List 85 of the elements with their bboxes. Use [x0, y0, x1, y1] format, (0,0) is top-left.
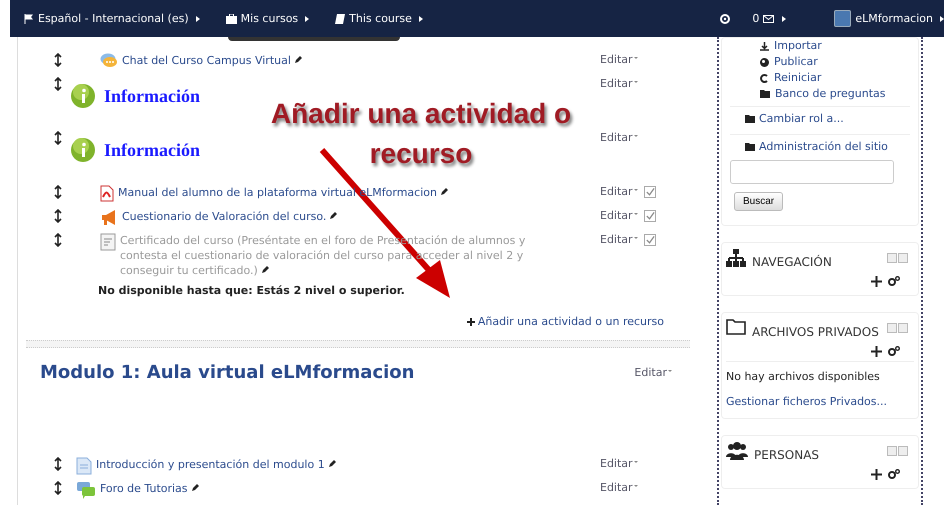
move-icon[interactable] — [871, 346, 882, 357]
move-icon[interactable] — [871, 276, 882, 287]
label-heading: Información — [104, 140, 200, 160]
pencil-icon[interactable] — [190, 483, 200, 492]
edit-menu-link[interactable]: Editar — [600, 185, 638, 198]
chat-bubble-icon — [100, 53, 118, 69]
block-title: PERSONAS — [754, 447, 820, 464]
info-icon — [70, 137, 96, 163]
pencil-icon[interactable] — [294, 55, 303, 64]
reset-icon — [760, 74, 769, 82]
user-menu[interactable]: eLMformacion — [834, 10, 944, 27]
move-icon[interactable] — [54, 233, 62, 247]
admin-section-link[interactable]: Cambiar rol a... — [730, 106, 910, 130]
empty-message: No hay archivos disponibles — [726, 361, 914, 389]
forum-icon — [76, 481, 96, 499]
alert-icon[interactable] — [720, 14, 730, 24]
edit-menu-link[interactable]: Editar — [600, 457, 638, 470]
edit-menu-link[interactable]: Editar — [600, 53, 638, 66]
globe-icon — [760, 58, 769, 66]
admin-menu-link[interactable]: Reiniciar — [730, 70, 910, 86]
section-title: Modulo 1: Aula virtual eLMformacion — [40, 362, 414, 383]
restriction-note: No disponible hasta que: Estás 2 nivel o superior. — [98, 284, 406, 297]
edit-menu-link[interactable]: Editar — [600, 481, 638, 494]
move-icon[interactable] — [871, 469, 882, 480]
move-icon[interactable] — [54, 185, 62, 199]
settings-icon[interactable] — [888, 276, 900, 286]
avatar-icon — [834, 10, 852, 27]
activity-link[interactable]: Chat del Curso Campus Virtual — [122, 53, 303, 68]
completion-checkbox[interactable] — [644, 210, 656, 222]
envelope-icon — [763, 14, 774, 22]
add-activity-link[interactable]: Añadir una actividad o un recurso — [466, 315, 664, 328]
messages-menu[interactable]: 0 — [752, 12, 774, 25]
edit-menu-link[interactable]: Editar — [600, 209, 638, 222]
info-icon — [70, 83, 96, 109]
pencil-icon[interactable] — [260, 265, 270, 274]
settings-icon[interactable] — [888, 469, 900, 479]
settings-icon[interactable] — [888, 346, 900, 356]
download-icon — [760, 42, 769, 50]
briefcase-icon — [226, 14, 237, 24]
pencil-icon[interactable] — [440, 187, 449, 196]
megaphone-icon — [100, 209, 118, 226]
nav-menu-link[interactable]: Mis cursos — [226, 12, 310, 25]
pdf-file-icon — [100, 185, 114, 202]
move-icon[interactable] — [54, 481, 62, 495]
folder-icon — [760, 90, 770, 98]
plus-icon — [466, 318, 475, 326]
activity-link[interactable]: Introducción y presentación del modulo 1 — [96, 457, 337, 472]
move-icon[interactable] — [54, 209, 62, 223]
people-icon — [726, 442, 748, 460]
edit-menu-link[interactable]: Editar — [634, 366, 672, 379]
pencil-icon[interactable] — [329, 211, 338, 220]
folder-icon — [726, 319, 746, 335]
annotation-text: Añadir una actividad o recurso — [270, 97, 572, 171]
caret-icon[interactable] — [782, 16, 786, 22]
search-field[interactable] — [730, 160, 894, 184]
edit-menu-link[interactable]: Editar — [600, 131, 638, 144]
folder-icon — [745, 142, 755, 150]
document-icon — [100, 233, 116, 251]
edit-menu-link[interactable]: Editar — [600, 233, 638, 246]
page-icon — [76, 457, 92, 475]
book-icon — [335, 14, 346, 24]
sitemap-icon — [726, 249, 746, 267]
block-title: NAVEGACIÓN — [752, 254, 832, 271]
move-icon[interactable] — [54, 77, 62, 91]
move-icon[interactable] — [54, 457, 62, 471]
admin-section-link[interactable]: Administración del sitio — [730, 134, 910, 158]
completion-checkbox[interactable] — [644, 186, 656, 198]
move-icon[interactable] — [54, 53, 62, 67]
nav-menu-link[interactable]: This course — [335, 12, 423, 25]
manage-files-link[interactable]: Gestionar ficheros Privados... — [726, 389, 914, 414]
move-icon[interactable] — [54, 131, 62, 145]
admin-menu-link[interactable]: Publicar — [730, 54, 910, 70]
admin-menu-link[interactable]: Banco de preguntas — [730, 86, 910, 102]
pencil-icon[interactable] — [328, 459, 337, 468]
block-title: ARCHIVOS PRIVADOS — [752, 324, 879, 341]
nav-menu-link[interactable]: Español - Internacional (es) — [24, 12, 200, 25]
search-button[interactable]: Buscar — [734, 192, 784, 211]
flag-icon — [24, 14, 34, 24]
admin-menu-link[interactable]: Importar — [730, 38, 910, 54]
edit-menu-link[interactable]: Editar — [600, 77, 638, 90]
folder-icon — [745, 114, 755, 122]
activity-link[interactable]: Cuestionario de Valoración del curso. — [122, 209, 338, 224]
label-heading: Información — [104, 86, 200, 106]
activity-link[interactable]: Foro de Tutorias — [100, 481, 200, 496]
completion-checkbox[interactable] — [644, 234, 656, 246]
